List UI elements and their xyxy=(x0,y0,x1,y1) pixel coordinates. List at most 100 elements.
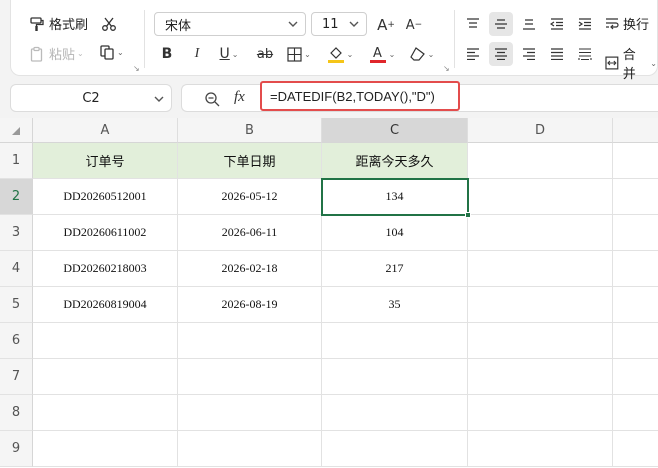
empty-cell[interactable] xyxy=(33,323,178,359)
cell-c5[interactable]: 35 xyxy=(322,287,468,323)
align-middle-icon[interactable] xyxy=(489,12,513,36)
cell-b5[interactable]: 2026-08-19 xyxy=(178,287,322,323)
align-right-icon[interactable] xyxy=(517,42,541,66)
wrap-text-button[interactable]: 换行 xyxy=(605,14,649,33)
empty-cell[interactable] xyxy=(613,431,658,467)
column-header-a[interactable]: A xyxy=(33,118,178,143)
row-header-1[interactable]: 1 xyxy=(0,143,33,179)
cell-b2[interactable]: 2026-05-12 xyxy=(178,179,322,215)
fx-icon[interactable]: fx xyxy=(234,89,245,106)
row-header-6[interactable]: 6 xyxy=(0,323,33,359)
distributed-icon[interactable] xyxy=(573,42,597,66)
empty-cell[interactable] xyxy=(322,359,468,395)
cell-d3[interactable] xyxy=(468,215,613,251)
cell-c3[interactable]: 104 xyxy=(322,215,468,251)
bold-icon[interactable]: B xyxy=(157,44,177,64)
cell-e1[interactable] xyxy=(613,143,658,179)
cell-b4[interactable]: 2026-02-18 xyxy=(178,251,322,287)
clipboard-launcher-icon[interactable]: ↘ xyxy=(133,64,140,73)
cell-c4[interactable]: 217 xyxy=(322,251,468,287)
empty-cell[interactable] xyxy=(322,395,468,431)
font-color-icon[interactable]: A ⌄ xyxy=(365,42,399,66)
cell-e3[interactable] xyxy=(613,215,658,251)
zoom-search-icon[interactable] xyxy=(204,91,220,107)
align-center-icon[interactable] xyxy=(489,42,513,66)
justify-icon[interactable] xyxy=(545,42,569,66)
row-header-5[interactable]: 5 xyxy=(0,287,33,323)
cell-d1[interactable] xyxy=(468,143,613,179)
clear-format-icon[interactable]: ⌄ xyxy=(405,44,439,64)
cell-b1[interactable]: 下单日期 xyxy=(178,143,322,179)
decrease-font-icon[interactable]: A − xyxy=(403,14,425,36)
font-launcher-icon[interactable]: ↘ xyxy=(443,64,450,73)
empty-cell[interactable] xyxy=(468,431,613,467)
divider xyxy=(454,10,455,68)
strikethrough-icon[interactable]: ab xyxy=(254,44,276,64)
cell-a5[interactable]: DD20260819004 xyxy=(33,287,178,323)
name-box[interactable]: C2 xyxy=(10,84,172,112)
font-size-select[interactable]: 11 xyxy=(311,12,367,36)
row-header-9[interactable]: 9 xyxy=(0,431,33,467)
cell-b3[interactable]: 2026-06-11 xyxy=(178,215,322,251)
cell-a1[interactable]: 订单号 xyxy=(33,143,178,179)
empty-cell[interactable] xyxy=(468,323,613,359)
empty-cell[interactable] xyxy=(178,323,322,359)
cell-e4[interactable] xyxy=(613,251,658,287)
select-all-corner[interactable] xyxy=(0,118,33,143)
cell-c1[interactable]: 距离今天多久 xyxy=(322,143,468,179)
column-header-d[interactable]: D xyxy=(468,118,613,143)
spreadsheet-app: 格式刷 粘贴 ⌄ ⌄ ↘ 宋体 11 A + A − B I U ⌄ ab ⌄ … xyxy=(0,0,658,468)
empty-cell[interactable] xyxy=(178,359,322,395)
row-header-7[interactable]: 7 xyxy=(0,359,33,395)
italic-icon[interactable]: I xyxy=(187,44,207,64)
format-painter-button[interactable]: 格式刷 xyxy=(29,14,88,33)
column-header-c[interactable]: C xyxy=(322,118,468,143)
copy-button[interactable]: ⌄ xyxy=(99,44,124,60)
formula-input[interactable]: =DATEDIF(B2,TODAY(),"D") xyxy=(260,81,460,111)
empty-cell[interactable] xyxy=(33,359,178,395)
cell-a3[interactable]: DD20260611002 xyxy=(33,215,178,251)
row-header-8[interactable]: 8 xyxy=(0,395,33,431)
empty-cell[interactable] xyxy=(613,395,658,431)
fill-handle[interactable] xyxy=(465,212,471,218)
empty-cell[interactable] xyxy=(178,395,322,431)
cell-d2[interactable] xyxy=(468,179,613,215)
row-header-4[interactable]: 4 xyxy=(0,251,33,287)
empty-cell[interactable] xyxy=(468,395,613,431)
empty-cell[interactable] xyxy=(322,431,468,467)
empty-cell[interactable] xyxy=(33,431,178,467)
empty-cell[interactable] xyxy=(178,431,322,467)
row-header-3[interactable]: 3 xyxy=(0,215,33,251)
empty-cell[interactable] xyxy=(613,359,658,395)
paste-button[interactable]: 粘贴 ⌄ xyxy=(29,44,84,63)
merge-button[interactable]: 合并 ⌄ xyxy=(605,44,657,82)
empty-cell[interactable] xyxy=(322,323,468,359)
cell-a4[interactable]: DD20260218003 xyxy=(33,251,178,287)
cell-a2[interactable]: DD20260512001 xyxy=(33,179,178,215)
align-bottom-icon[interactable] xyxy=(517,12,541,36)
font-name-select[interactable]: 宋体 xyxy=(154,12,306,36)
column-header-b[interactable]: B xyxy=(178,118,322,143)
empty-cell[interactable] xyxy=(33,395,178,431)
align-left-icon[interactable] xyxy=(461,42,485,66)
underline-icon[interactable]: U ⌄ xyxy=(214,44,244,64)
cell-c2[interactable]: 134 xyxy=(322,179,468,215)
cell-e2[interactable] xyxy=(613,179,658,215)
column-header-e[interactable] xyxy=(613,118,658,143)
merge-label: 合并 xyxy=(622,48,636,82)
cut-icon[interactable] xyxy=(99,14,119,34)
increase-font-icon[interactable]: A + xyxy=(375,14,397,36)
increase-indent-icon[interactable] xyxy=(573,12,597,36)
row-header-2[interactable]: 2 xyxy=(0,179,33,215)
empty-cell[interactable] xyxy=(613,323,658,359)
select-all-icon xyxy=(12,127,20,135)
align-top-icon[interactable] xyxy=(461,12,485,36)
svg-text:A: A xyxy=(373,46,382,61)
cell-d4[interactable] xyxy=(468,251,613,287)
borders-icon[interactable]: ⌄ xyxy=(283,44,315,64)
fill-color-icon[interactable]: ⌄ xyxy=(323,42,357,66)
cell-d5[interactable] xyxy=(468,287,613,323)
empty-cell[interactable] xyxy=(468,359,613,395)
decrease-indent-icon[interactable] xyxy=(545,12,569,36)
cell-e5[interactable] xyxy=(613,287,658,323)
